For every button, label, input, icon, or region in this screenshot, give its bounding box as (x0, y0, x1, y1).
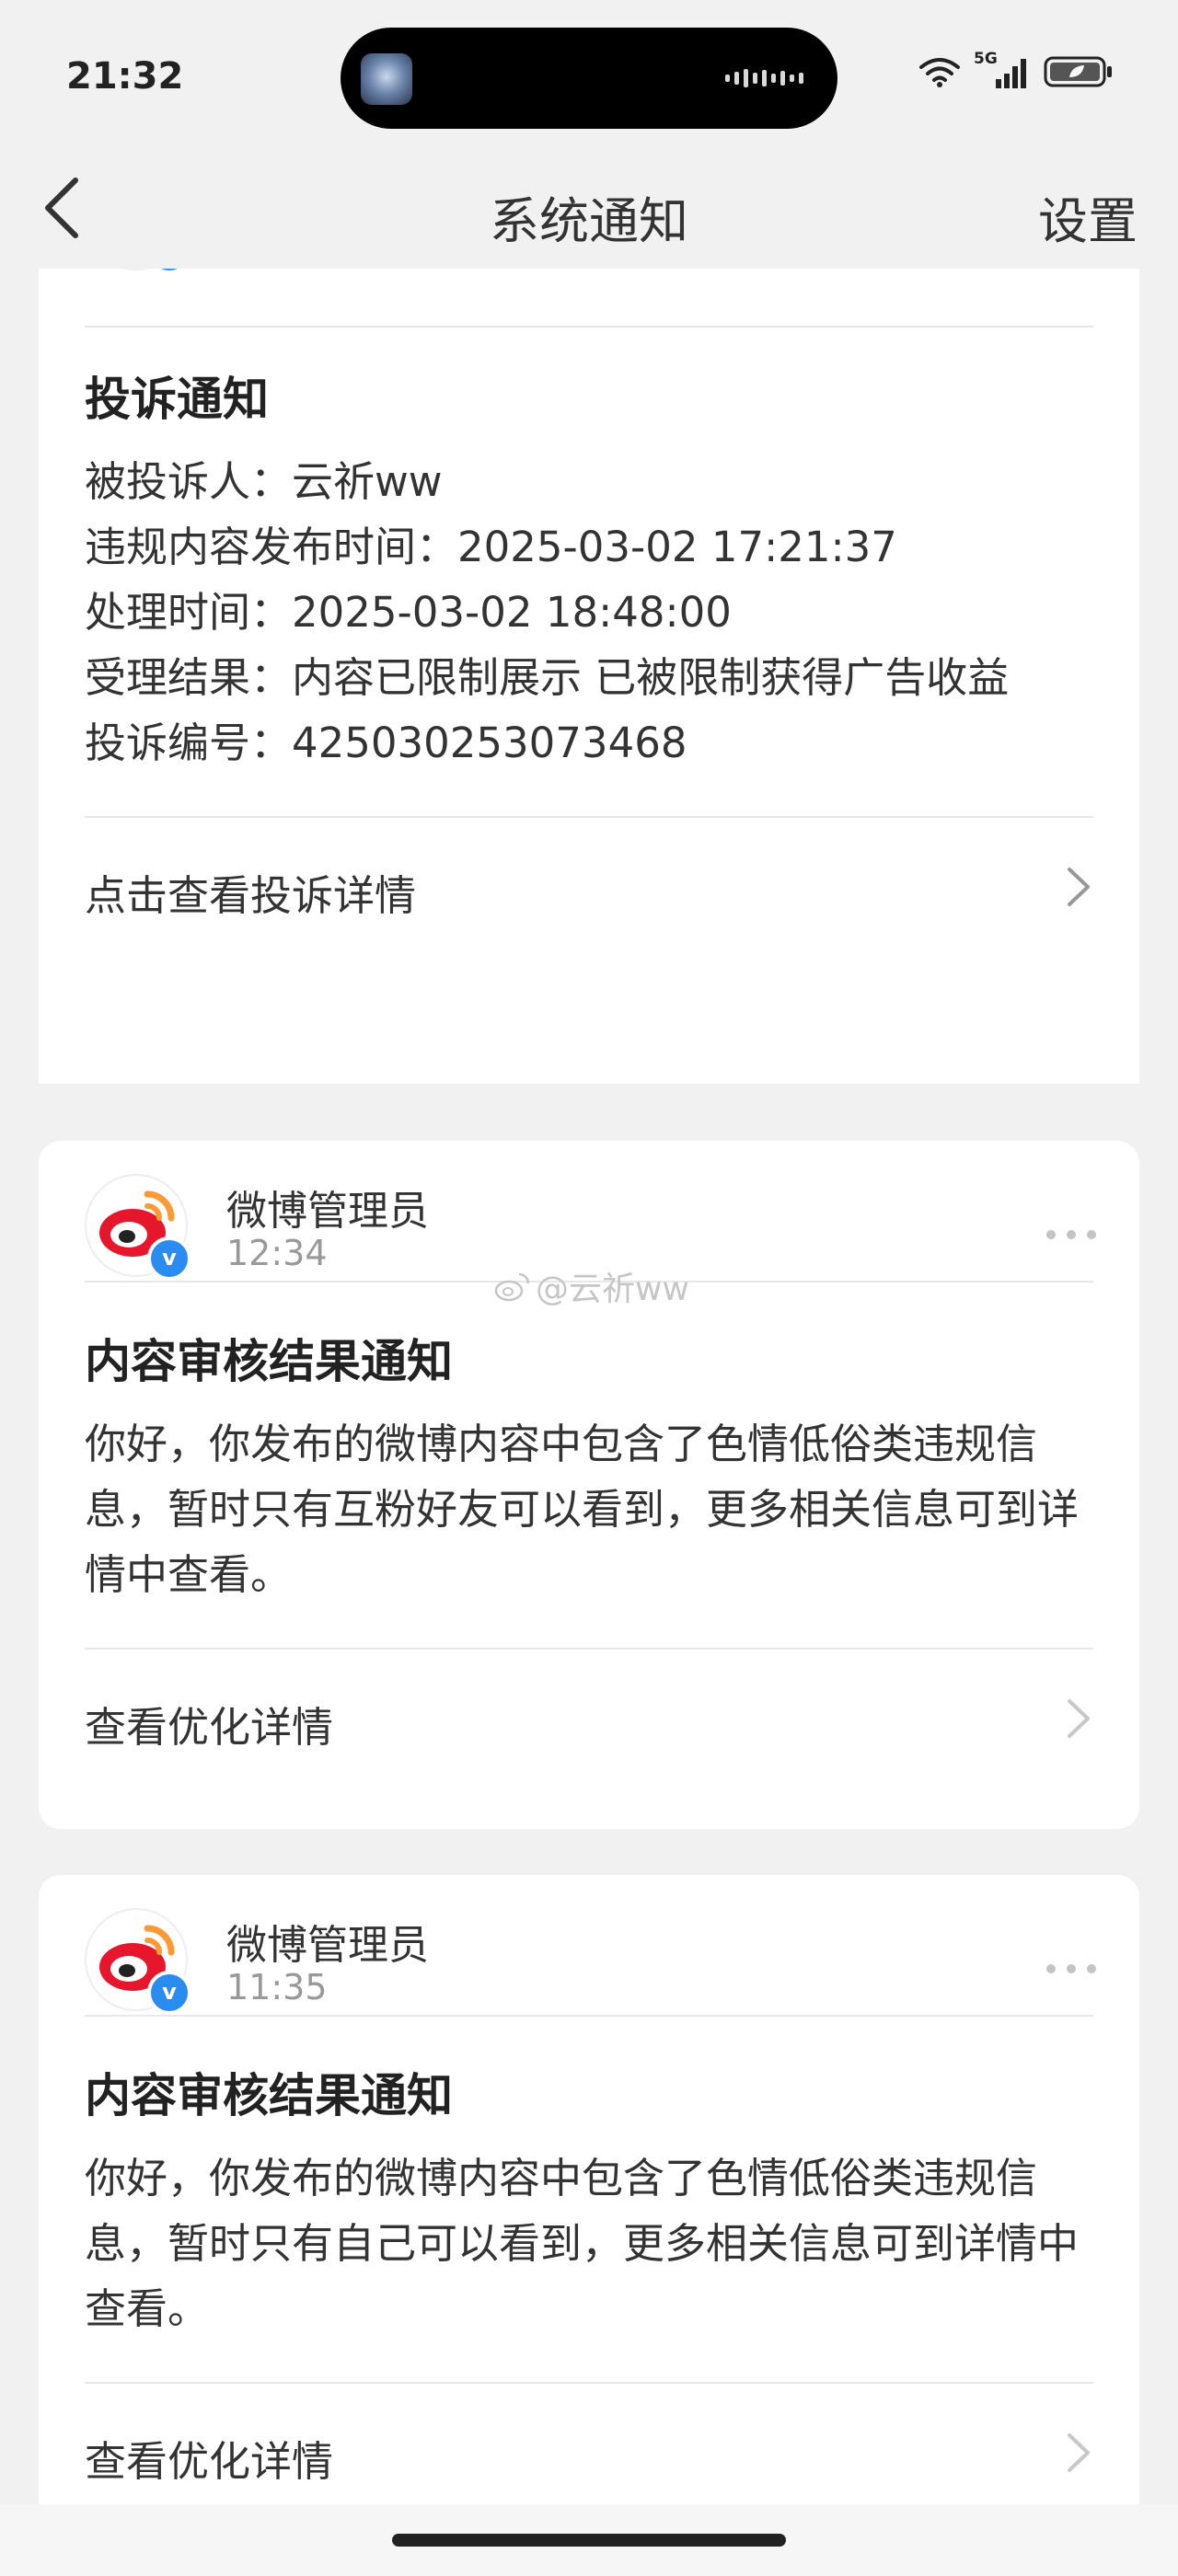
media-thumbnail (361, 53, 412, 105)
notification-card-complaint: v 18:48 投诉通知 被投诉人：云祈ww 违规内容发布时间：2025-03-… (39, 201, 1139, 1084)
chevron-right-icon (1068, 2433, 1090, 2472)
notification-text: 你好，你发布的微博内容中包含了色情低俗类违规信息，暂时只有互粉好友可以看到，更多… (85, 1420, 1080, 1599)
footer-link-label: 查看优化详情 (85, 2437, 334, 2486)
verified-badge-icon: v (147, 1971, 191, 2015)
wifi-icon (919, 58, 960, 87)
card-body: 内容审核结果通知 你好，你发布的微博内容中包含了色情低俗类违规信息，暂时只有自己… (39, 2017, 1139, 2382)
footer-link-label: 点击查看投诉详情 (85, 871, 417, 920)
card-body: 投诉通知 被投诉人：云祈ww 违规内容发布时间：2025-03-02 17:21… (39, 328, 1139, 816)
complaint-details-link[interactable]: 点击查看投诉详情 (39, 818, 1139, 954)
complaint-respondent: 被投诉人：云祈ww (85, 457, 443, 506)
status-bar: 21:32 5G (0, 0, 1178, 147)
chevron-right-icon (1068, 1699, 1090, 1738)
home-indicator[interactable] (392, 2534, 786, 2547)
card-header: v 微博管理员 11:35 (39, 1875, 1139, 2015)
sender-name: 微博管理员 (226, 1188, 429, 1235)
page-title: 系统通知 (490, 192, 688, 250)
complaint-result: 受理结果：内容已限制展示 已被限制获得广告收益 (85, 653, 1010, 702)
notification-time: 11:35 (226, 1967, 328, 2007)
weibo-logo-icon (494, 1272, 530, 1302)
status-icons: 5G (918, 50, 1114, 90)
cellular-5g-icon: 5G (974, 50, 1031, 90)
chevron-right-icon (1068, 868, 1090, 906)
notification-card-review-2: v 微博管理员 11:35 内容审核结果通知 你好，你发布的微博内容中包含了色情… (39, 1875, 1139, 2574)
dynamic-island[interactable] (341, 28, 837, 129)
audio-wave-icon (725, 69, 803, 87)
watermark: @云祈ww (493, 1262, 689, 1310)
clock: 21:32 (66, 55, 184, 98)
optimize-details-link[interactable]: 查看优化详情 (39, 2384, 1139, 2520)
complaint-process-time: 处理时间：2025-03-02 18:48:00 (85, 588, 732, 637)
more-icon[interactable] (1045, 1963, 1097, 1974)
sender-name: 微博管理员 (226, 1922, 429, 1969)
footer-link-label: 查看优化详情 (85, 1703, 334, 1752)
complaint-number: 投诉编号：425030253073468 (85, 719, 687, 767)
notification-time: 12:34 (226, 1233, 328, 1273)
optimize-details-link[interactable]: 查看优化详情 (39, 1650, 1139, 1786)
complaint-publish-time: 违规内容发布时间：2025-03-02 17:21:37 (85, 523, 897, 571)
more-icon[interactable] (1045, 1229, 1097, 1240)
nav-bar: 系统通知 设置 (0, 147, 1178, 269)
notification-title: 内容审核结果通知 (85, 2069, 453, 2122)
verified-badge-icon: v (147, 1236, 191, 1281)
card-body: 内容审核结果通知 你好，你发布的微博内容中包含了色情低俗类违规信息，暂时只有互粉… (39, 1282, 1139, 1648)
watermark-text: @云祈ww (536, 1271, 689, 1308)
card-header: v 微博管理员 12:34 (39, 1141, 1139, 1281)
notification-card-review-1: v 微博管理员 12:34 内容审核结果通知 你好，你发布的微博内容中包含了色情… (39, 1141, 1139, 1829)
notification-text: 你好，你发布的微博内容中包含了色情低俗类违规信息，暂时只有自己可以看到，更多相关… (85, 2154, 1080, 2333)
notification-title: 投诉通知 (85, 373, 269, 426)
settings-button[interactable]: 设置 (1038, 180, 1138, 253)
battery-icon (1044, 56, 1112, 87)
notification-title: 内容审核结果通知 (85, 1335, 453, 1388)
notification-feed[interactable]: v 18:48 投诉通知 被投诉人：云祈ww 违规内容发布时间：2025-03-… (0, 0, 1178, 2576)
